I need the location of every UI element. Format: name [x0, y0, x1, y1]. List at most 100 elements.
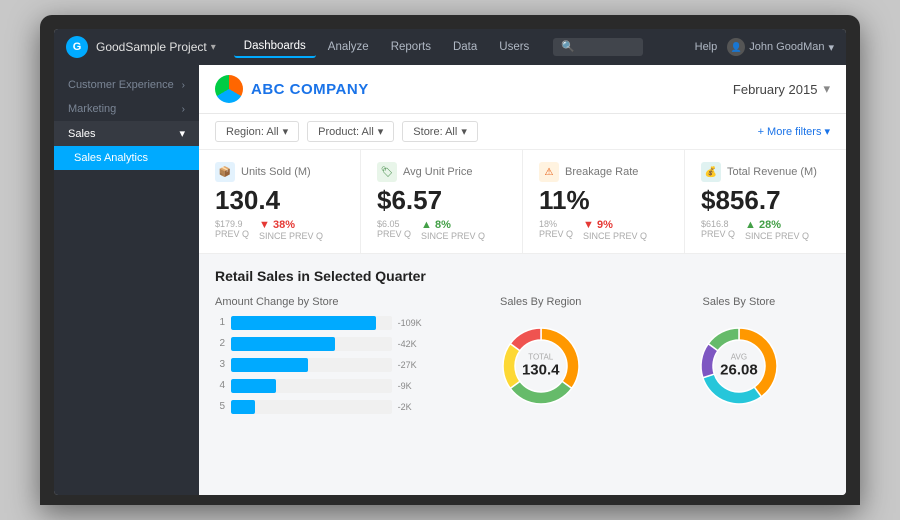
company-logo-area: ABC Company [215, 75, 369, 103]
dashboard-header: ABC Company February 2015 ▾ [199, 65, 846, 114]
donut-region-chart: TOTAL 130.4 [491, 316, 591, 416]
sidebar-item-marketing[interactable]: Marketing › [54, 97, 199, 121]
nav-item-reports[interactable]: Reports [381, 37, 441, 57]
bar-label: 5 [215, 401, 225, 412]
breakage-prev: 18% PREV Q [539, 219, 573, 239]
breakage-change: ▼ 9% SINCE PREV Q [583, 219, 647, 241]
help-link[interactable]: Help [695, 41, 718, 53]
nav-project-name[interactable]: GoodSample Project ▾ [96, 40, 216, 54]
bar-track [231, 316, 392, 330]
units-sold-change: ▼ 38% SINCE PREV Q [259, 219, 323, 241]
bar-track [231, 400, 392, 414]
donut-store-center: AVG 26.08 [720, 352, 758, 379]
units-sold-label: Units Sold (M) [241, 166, 311, 178]
bar-fill [231, 337, 335, 351]
revenue-prev: $616.8 PREV Q [701, 219, 735, 239]
kpi-breakage-rate: ⚠ Breakage Rate 11% 18% PREV Q ▼ 9% SIN [523, 150, 685, 253]
kpi-avg-unit-price: 🏷 Avg Unit Price $6.57 $6.05 PREV Q ▲ 8% [361, 150, 523, 253]
bar-fill [231, 400, 255, 414]
charts-section-title: Retail Sales in Selected Quarter [215, 268, 830, 284]
store-filter[interactable]: Store: All ▾ [402, 121, 478, 142]
kpi-units-sold: 📦 Units Sold (M) 130.4 $179.9 PREV Q ▼ 3… [199, 150, 361, 253]
bar-row: 4 -9K [215, 379, 434, 393]
nav-item-data[interactable]: Data [443, 37, 487, 57]
avg-price-value: $6.57 [377, 186, 506, 215]
breakage-label: Breakage Rate [565, 166, 638, 178]
donut-store-section: Sales By Store AVG 26.08 [648, 296, 830, 416]
date-selector[interactable]: February 2015 ▾ [733, 81, 830, 97]
nav-item-users[interactable]: Users [489, 37, 539, 57]
kpi-row: 📦 Units Sold (M) 130.4 $179.9 PREV Q ▼ 3… [199, 150, 846, 254]
bar-value: -27K [398, 360, 434, 370]
revenue-change: ▲ 28% SINCE PREV Q [745, 219, 809, 241]
avg-price-label: Avg Unit Price [403, 166, 473, 178]
nav-logo-icon: G [66, 36, 88, 58]
bar-value: -42K [398, 339, 434, 349]
company-name: ABC Company [251, 81, 369, 98]
nav-item-analyze[interactable]: Analyze [318, 37, 379, 57]
sidebar: Customer Experience › Marketing › Sales … [54, 65, 199, 495]
donut-region-center: TOTAL 130.4 [522, 352, 560, 379]
sidebar-arrow-icon: › [182, 80, 185, 91]
user-chevron-icon: ▾ [828, 41, 834, 54]
bar-chart-title: Amount Change by Store [215, 296, 434, 308]
kpi-total-revenue: 💰 Total Revenue (M) $856.7 $616.8 PREV Q… [685, 150, 846, 253]
bar-value: -109K [398, 318, 434, 328]
revenue-label: Total Revenue (M) [727, 166, 817, 178]
bar-row: 2 -42K [215, 337, 434, 351]
project-chevron-icon: ▾ [211, 42, 216, 53]
revenue-value: $856.7 [701, 186, 830, 215]
bar-row: 5 -2K [215, 400, 434, 414]
product-filter[interactable]: Product: All ▾ [307, 121, 394, 142]
bar-row: 1 -109K [215, 316, 434, 330]
bar-fill [231, 316, 376, 330]
bar-track [231, 358, 392, 372]
avg-price-icon: 🏷 [377, 162, 397, 182]
laptop-shell: G GoodSample Project ▾ Dashboards Analyz… [40, 15, 860, 505]
avg-price-prev: $6.05 PREV Q [377, 219, 411, 239]
content-panel: ABC Company February 2015 ▾ Region: All … [199, 65, 846, 495]
donut-store-title: Sales By Store [703, 296, 776, 308]
breakage-icon: ⚠ [539, 162, 559, 182]
nav-items: Dashboards Analyze Reports Data Users [234, 36, 540, 58]
bar-label: 4 [215, 380, 225, 391]
laptop-screen: G GoodSample Project ▾ Dashboards Analyz… [54, 29, 846, 495]
bar-label: 1 [215, 317, 225, 328]
bar-track [231, 337, 392, 351]
revenue-icon: 💰 [701, 162, 721, 182]
bar-chart-container: Amount Change by Store 1 -109K 2 -42K 3 … [215, 296, 434, 414]
region-filter[interactable]: Region: All ▾ [215, 121, 299, 142]
units-sold-prev: $179.9 PREV Q [215, 219, 249, 239]
bar-track [231, 379, 392, 393]
filters-bar: Region: All ▾ Product: All ▾ Store: All … [199, 114, 846, 150]
sidebar-item-customer-experience[interactable]: Customer Experience › [54, 73, 199, 97]
bar-label: 2 [215, 338, 225, 349]
filter-chevron-icon: ▾ [378, 125, 384, 138]
nav-item-dashboards[interactable]: Dashboards [234, 36, 316, 58]
search-input[interactable] [553, 38, 643, 56]
sidebar-item-sales-analytics[interactable]: Sales Analytics [54, 146, 199, 170]
filter-chevron-icon: ▾ [461, 125, 467, 138]
bar-value: -2K [398, 402, 434, 412]
bar-label: 3 [215, 359, 225, 370]
sidebar-expand-icon: ▾ [179, 127, 185, 140]
breakage-value: 11% [539, 186, 668, 215]
avg-price-change: ▲ 8% SINCE PREV Q [421, 219, 485, 241]
bar-value: -9K [398, 381, 434, 391]
bar-fill [231, 379, 276, 393]
sidebar-arrow-icon: › [182, 104, 185, 115]
user-avatar-icon: 👤 [727, 38, 745, 56]
filter-chevron-icon: ▾ [283, 125, 289, 138]
donut-store-chart: AVG 26.08 [689, 316, 789, 416]
bar-row: 3 -27K [215, 358, 434, 372]
bar-fill [231, 358, 308, 372]
donut-region-title: Sales By Region [500, 296, 581, 308]
sidebar-item-sales[interactable]: Sales ▾ [54, 121, 199, 146]
user-menu[interactable]: 👤 John GoodMan ▾ [727, 38, 834, 56]
more-filters-chevron-icon: ▾ [824, 125, 830, 138]
more-filters-button[interactable]: + More filters ▾ [758, 125, 830, 138]
main-area: Customer Experience › Marketing › Sales … [54, 65, 846, 495]
company-logo-icon [215, 75, 243, 103]
units-sold-icon: 📦 [215, 162, 235, 182]
donut-region-section: Sales By Region TOTAL 130.4 [450, 296, 632, 416]
